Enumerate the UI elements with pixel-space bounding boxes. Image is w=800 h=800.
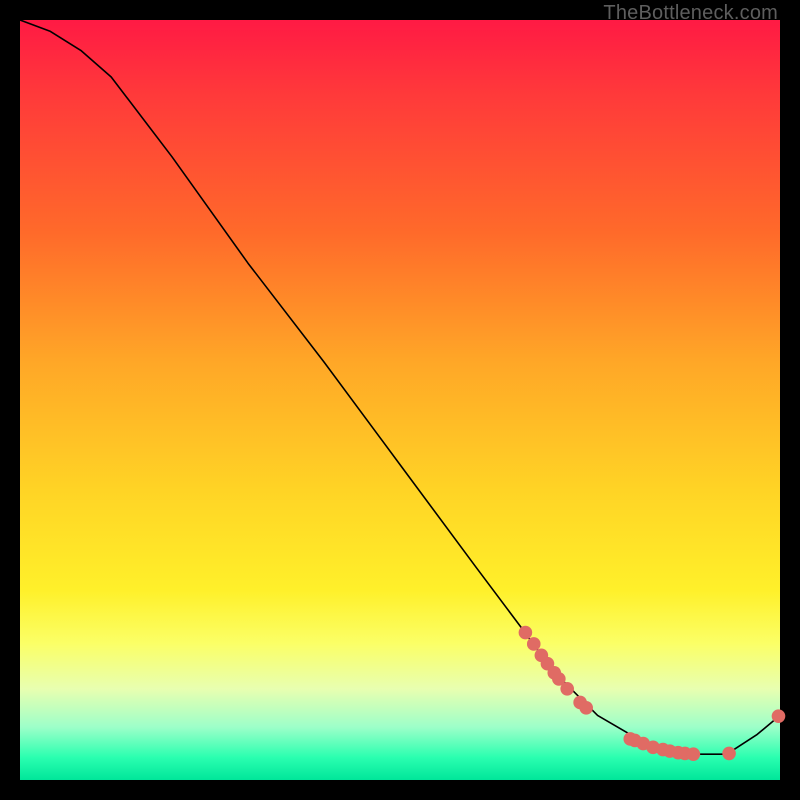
data-point (722, 747, 736, 761)
chart-svg (20, 20, 780, 780)
data-point (579, 701, 593, 715)
data-point (527, 637, 541, 651)
marker-group (519, 626, 786, 761)
data-point (772, 709, 786, 723)
data-point (560, 682, 574, 696)
data-point (519, 626, 533, 640)
bottleneck-curve (20, 20, 780, 754)
data-point (687, 747, 701, 761)
